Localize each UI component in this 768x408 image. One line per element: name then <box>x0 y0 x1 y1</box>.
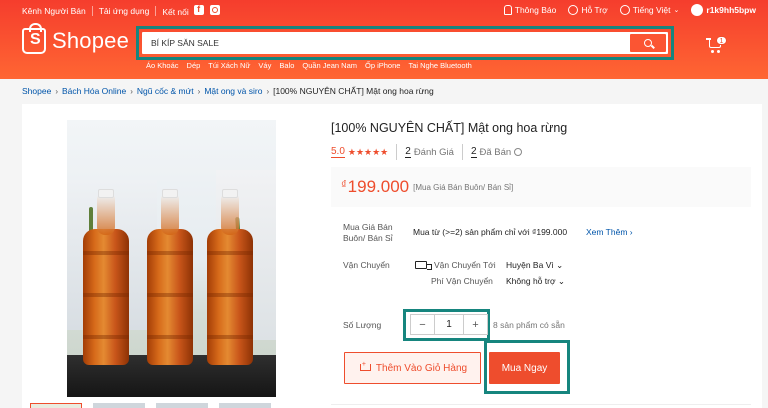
add-cart-icon <box>358 361 371 373</box>
globe-icon <box>619 5 630 15</box>
search-input[interactable] <box>142 38 630 48</box>
rating-count[interactable]: 2 <box>405 146 411 158</box>
product-title: [100% NGUYÊN CHẤT] Mật ong hoa rừng <box>331 121 568 135</box>
thumbnail[interactable] <box>219 403 271 408</box>
suggestion-link[interactable]: Balo <box>279 61 294 70</box>
rating-row: 5.0 ★★★★★ 2 Đánh Giá 2 Đã Bán <box>331 144 523 160</box>
quantity-stepper: − 1 + <box>410 314 488 335</box>
ship-fee-selector[interactable]: Không hỗ trợ ⌄ <box>506 276 565 287</box>
ship-to-selector[interactable]: Huyện Ba Vì ⌄ <box>506 260 563 271</box>
thumbnail[interactable] <box>156 403 208 408</box>
suggestion-link[interactable]: Quần Jean Nam <box>302 61 357 70</box>
instagram-icon[interactable] <box>209 5 220 15</box>
shopee-bag-icon <box>22 23 46 54</box>
rating-label: Đánh Giá <box>413 146 454 158</box>
search-bar <box>142 32 668 54</box>
stock-text: 8 sản phẩm có sẵn <box>493 320 565 330</box>
buy-now-button[interactable]: Mua Ngay <box>489 352 560 384</box>
user-menu[interactable]: r1k9hh5bpw <box>691 4 756 16</box>
cart-count-badge: 1 <box>716 36 727 45</box>
chevron-down-icon: ⌄ <box>556 260 564 270</box>
image-thumbnails <box>30 403 271 408</box>
language-selector[interactable]: Tiếng Việt ⌄ <box>619 5 680 15</box>
suggestion-link[interactable]: Áo Khoác <box>146 61 179 70</box>
decrease-button[interactable]: − <box>411 315 434 334</box>
rating-value[interactable]: 5.0 <box>331 146 345 158</box>
search-icon <box>644 39 652 47</box>
see-more-link[interactable]: Xem Thêm › <box>586 227 633 237</box>
price-note: [Mua Giá Bán Buôn/ Bán Sỉ] <box>413 182 514 192</box>
suggestion-link[interactable]: Tai Nghe Bluetooth <box>408 61 471 70</box>
chevron-right-icon: › <box>197 86 201 96</box>
chevron-down-icon: ⌄ <box>557 276 566 286</box>
ship-to-label: Vận Chuyển Tới <box>434 260 496 270</box>
chevron-right-icon: › <box>55 86 58 96</box>
language-label: Tiếng Việt <box>632 5 671 15</box>
info-icon[interactable] <box>514 148 523 156</box>
ship-to-row: Vận Chuyển Tới <box>415 260 496 270</box>
breadcrumb-link[interactable]: Mật ong và siro <box>204 86 262 96</box>
breadcrumb-link[interactable]: Shopee <box>22 86 51 96</box>
ship-fee-label: Phí Vận Chuyển <box>431 276 493 286</box>
notifications-link[interactable]: Thông Báo <box>503 5 557 15</box>
shipping-label: Vận Chuyển <box>343 260 390 270</box>
price-value: 199.000 <box>347 177 410 196</box>
price-box: ₫199.000 [Mua Giá Bán Buôn/ Bán Sỉ] <box>331 167 751 207</box>
breadcrumb-current: [100% NGUYÊN CHẤT] Mật ong hoa rừng <box>273 86 434 96</box>
breadcrumb-link[interactable]: Bách Hóa Online <box>62 86 126 96</box>
increase-button[interactable]: + <box>464 315 487 334</box>
shopee-logo[interactable]: Shopee <box>22 23 130 54</box>
quantity-label: Số Lượng <box>343 320 382 330</box>
search-button[interactable] <box>630 34 666 52</box>
download-app-link[interactable]: Tải ứng dụng <box>93 6 157 16</box>
breadcrumb-link[interactable]: Ngũ cốc & mứt <box>137 86 194 96</box>
suggestion-link[interactable]: Váy <box>258 61 271 70</box>
see-more-label: Xem Thêm <box>586 227 628 237</box>
username: r1k9hh5bpw <box>706 5 756 15</box>
top-bar: Kênh Người Bán Tải ứng dụng Kết nối Thôn… <box>0 0 768 22</box>
add-to-cart-button[interactable]: Thêm Vào Giỏ Hàng <box>344 352 481 384</box>
help-link[interactable]: Hỗ Trợ <box>568 5 608 15</box>
sold-label: Đã Bán <box>479 146 512 158</box>
currency-symbol: ₫ <box>341 179 347 191</box>
logo-text: Shopee <box>52 28 130 53</box>
ship-to-value: Huyện Ba Vì <box>506 260 554 270</box>
chevron-right-icon: › <box>629 227 633 237</box>
help-icon <box>568 5 579 15</box>
help-label: Hỗ Trợ <box>581 5 608 15</box>
chevron-down-icon: ⌄ <box>673 7 680 14</box>
ship-fee-value: Không hỗ trợ <box>506 276 556 286</box>
breadcrumb: Shopee › Bách Hóa Online › Ngũ cốc & mứt… <box>22 86 434 96</box>
avatar <box>691 4 704 16</box>
chevron-right-icon: › <box>266 86 270 96</box>
suggestion-link[interactable]: Dép <box>187 61 201 70</box>
seller-channel-link[interactable]: Kênh Người Bán <box>22 6 93 16</box>
suggestion-link[interactable]: Túi Xách Nữ <box>208 61 250 70</box>
price: ₫199.000 <box>341 177 409 197</box>
notifications-label: Thông Báo <box>514 5 557 15</box>
quantity-input[interactable]: 1 <box>434 315 464 334</box>
suggestion-link[interactable]: Ốp iPhone <box>365 61 400 70</box>
connect-label: Kết nối <box>156 4 225 17</box>
search-suggestions: Áo Khoác Dép Túi Xách Nữ Váy Balo Quần J… <box>146 61 472 70</box>
add-to-cart-label: Thêm Vào Giỏ Hàng <box>375 362 468 374</box>
wholesale-label: Mua Giá Bán Buôn/ Bán Sỉ <box>343 222 393 243</box>
product-image[interactable] <box>67 120 276 397</box>
truck-icon <box>415 261 432 270</box>
rating-stars: ★★★★★ <box>347 146 389 157</box>
facebook-icon[interactable] <box>194 4 205 15</box>
wholesale-text: Mua từ (>=2) sản phẩm chỉ với ₫199.000 <box>413 227 568 237</box>
bell-icon <box>503 5 512 15</box>
chevron-right-icon: › <box>130 86 133 96</box>
thumbnail[interactable] <box>30 403 82 408</box>
header: Kênh Người Bán Tải ứng dụng Kết nối Thôn… <box>0 0 768 79</box>
sold-count: 2 <box>470 146 477 158</box>
thumbnail[interactable] <box>93 403 145 408</box>
